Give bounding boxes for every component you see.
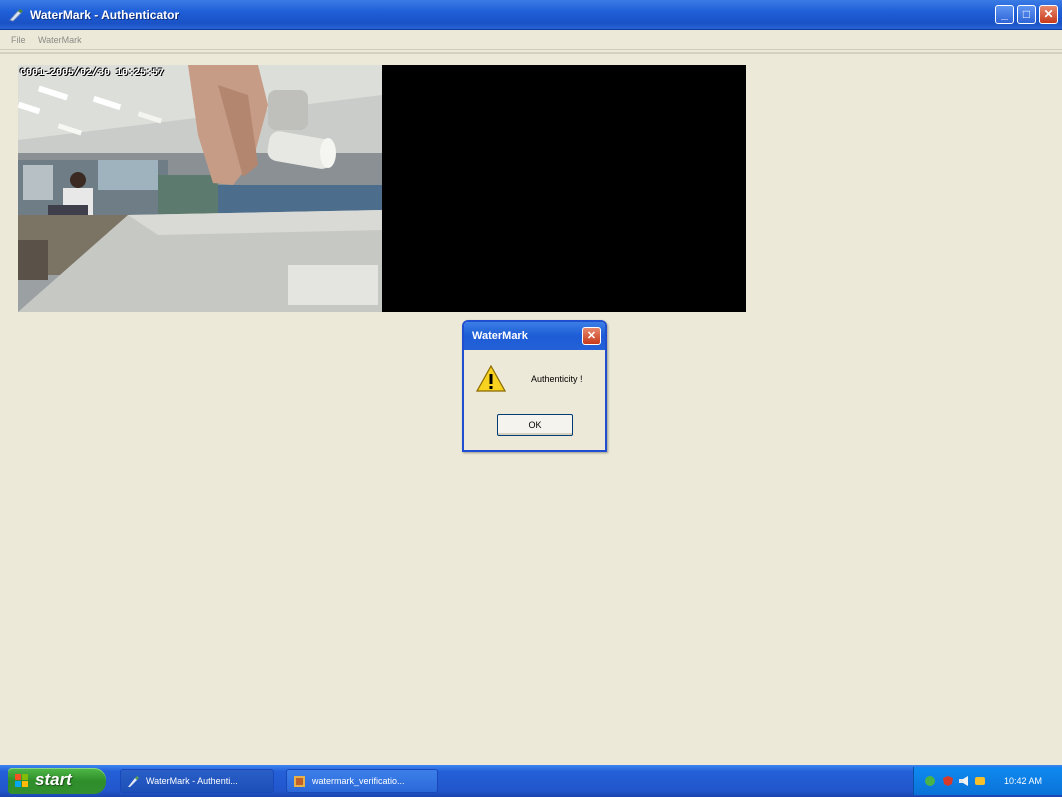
video-frame-left (18, 65, 382, 312)
app-icon (294, 776, 305, 787)
divider (0, 52, 1062, 54)
menu-bar: File WaterMark (0, 30, 1062, 50)
start-label: start (35, 770, 72, 789)
video-timestamp: C001-2005/02/30 10:25:57 (20, 68, 165, 79)
taskbar-item-label: watermark_verificatio... (312, 776, 405, 786)
system-tray: 10:42 AM (913, 767, 1062, 795)
dialog-message: Authenticity ! (531, 374, 583, 384)
pen-icon (9, 9, 23, 22)
security-icon[interactable] (942, 775, 954, 787)
windows-flag-icon (15, 774, 28, 787)
dialog-title: WaterMark (472, 330, 528, 342)
video-frame-right (382, 65, 746, 312)
camera-scene-image (18, 65, 382, 312)
window-title: WaterMark - Authenticator (30, 8, 180, 22)
menu-file[interactable]: File (11, 35, 26, 45)
taskbar-item-label: WaterMark - Authenti... (146, 776, 238, 786)
pen-icon (128, 776, 139, 787)
dialog-close-button[interactable]: ✕ (582, 327, 601, 345)
clock[interactable]: 10:42 AM (1004, 776, 1042, 786)
start-button[interactable]: start (8, 768, 106, 794)
device-icon[interactable] (974, 775, 986, 787)
close-button[interactable]: ✕ (1039, 5, 1058, 24)
watermark-dialog: WaterMark ✕ Authenticity ! OK (462, 320, 607, 452)
maximize-button[interactable]: □ (1017, 5, 1036, 24)
taskbar-item-watermark-verification[interactable]: watermark_verificatio... (286, 769, 438, 793)
warning-icon (476, 364, 506, 392)
desktop-screen: WaterMark - Authenticator _ □ ✕ File Wat… (0, 0, 1062, 797)
sound-icon[interactable] (958, 775, 970, 787)
taskbar: start WaterMark - Authenti... watermark_… (0, 765, 1062, 797)
ok-button[interactable]: OK (497, 414, 573, 436)
menu-watermark[interactable]: WaterMark (38, 35, 82, 45)
minimize-button[interactable]: _ (995, 5, 1014, 24)
dialog-titlebar[interactable]: WaterMark ✕ (464, 322, 605, 350)
window-titlebar[interactable]: WaterMark - Authenticator _ □ ✕ (0, 0, 1062, 30)
network-icon[interactable] (924, 775, 936, 787)
taskbar-item-watermark-authenticator[interactable]: WaterMark - Authenti... (120, 769, 274, 793)
